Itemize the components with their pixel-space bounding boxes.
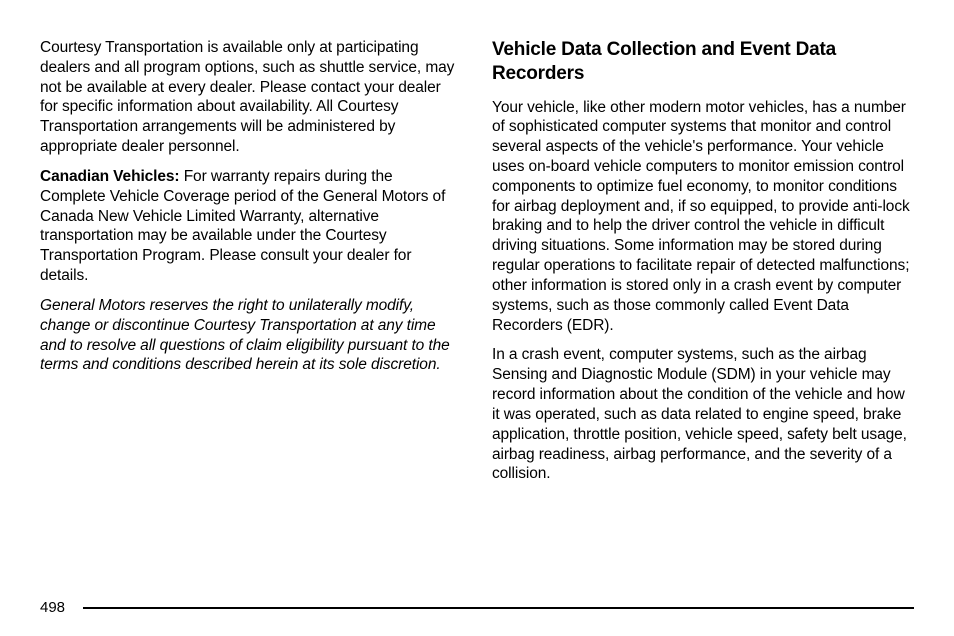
paragraph-vehicle-data: Your vehicle, like other modern motor ve… <box>492 98 914 336</box>
paragraph-canadian-vehicles: Canadian Vehicles: For warranty repairs … <box>40 167 462 286</box>
left-column: Courtesy Transportation is available onl… <box>40 38 462 494</box>
page-number: 498 <box>40 599 65 616</box>
paragraph-courtesy-transport: Courtesy Transportation is available onl… <box>40 38 462 157</box>
paragraph-crash-event: In a crash event, computer systems, such… <box>492 345 914 484</box>
paragraph-disclaimer: General Motors reserves the right to uni… <box>40 296 462 375</box>
content-columns: Courtesy Transportation is available onl… <box>40 38 914 494</box>
page-footer: 498 <box>40 599 914 616</box>
section-heading: Vehicle Data Collection and Event Data R… <box>492 38 914 86</box>
canadian-vehicles-text: For warranty repairs during the Complete… <box>40 168 445 284</box>
right-column: Vehicle Data Collection and Event Data R… <box>492 38 914 494</box>
footer-rule <box>83 607 914 609</box>
canadian-vehicles-label: Canadian Vehicles: <box>40 168 179 185</box>
